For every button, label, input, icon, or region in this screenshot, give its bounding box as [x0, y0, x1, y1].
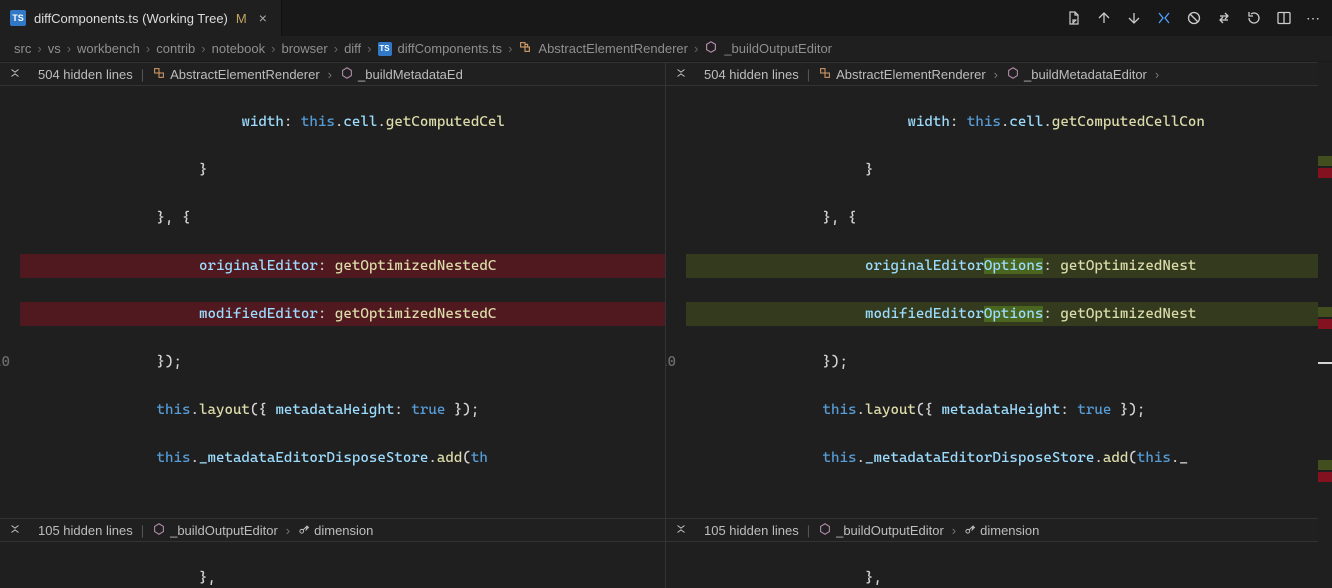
breadcrumb-item[interactable]: browser	[281, 41, 327, 56]
diff-original-pane[interactable]: 504 hidden lines | AbstractElementRender…	[0, 62, 666, 588]
code-block: width: this.cell.getComputedCel } }, { o…	[80, 86, 665, 518]
whitespace-diff-icon[interactable]	[1186, 10, 1202, 26]
tab-close-button[interactable]: ×	[255, 8, 271, 28]
property-icon	[964, 523, 976, 538]
diff-editor: 504 hidden lines | AbstractElementRender…	[0, 62, 1332, 588]
prev-change-icon[interactable]	[1096, 10, 1112, 26]
folded-region[interactable]: 105 hidden lines | _buildOutputEditor › …	[666, 518, 1332, 542]
breadcrumb-item[interactable]: src	[14, 41, 31, 56]
hidden-lines-label: 504 hidden lines	[704, 67, 799, 82]
tab-filename: diffComponents.ts (Working Tree)	[34, 11, 228, 26]
revert-icon[interactable]	[1246, 10, 1262, 26]
breadcrumb-item[interactable]: diff	[344, 41, 361, 56]
line-number: 510	[666, 350, 676, 374]
go-to-file-icon[interactable]	[1066, 10, 1082, 26]
breadcrumb-item[interactable]: AbstractElementRenderer	[538, 41, 688, 56]
method-icon	[340, 66, 354, 83]
unfold-icon[interactable]	[0, 66, 30, 83]
more-actions-icon[interactable]: ⋯	[1306, 10, 1322, 26]
code-block: }, accessibilityVerbose: this.configur 6…	[746, 542, 1332, 588]
code-block: }, accessibilityVerbose: this.conf 620 }…	[80, 542, 665, 588]
class-icon	[518, 40, 532, 57]
folded-region[interactable]: 105 hidden lines | _buildOutputEditor › …	[0, 518, 665, 542]
breadcrumb-item[interactable]: workbench	[77, 41, 140, 56]
hidden-lines-label: 105 hidden lines	[38, 523, 133, 538]
tab-modified-badge: M	[236, 11, 247, 26]
breadcrumb-item[interactable]: diffComponents.ts	[398, 41, 503, 56]
method-icon	[1006, 66, 1020, 83]
code-block: width: this.cell.getComputedCellCon } },…	[746, 86, 1332, 518]
unfold-icon[interactable]	[666, 66, 696, 83]
folded-region[interactable]: 504 hidden lines | AbstractElementRender…	[0, 62, 665, 86]
swap-sides-icon[interactable]	[1216, 10, 1232, 26]
breadcrumb-item[interactable]: notebook	[212, 41, 266, 56]
diff-modified-pane[interactable]: 504 hidden lines | AbstractElementRender…	[666, 62, 1332, 588]
property-icon	[298, 523, 310, 538]
breadcrumb-item[interactable]: _buildOutputEditor	[724, 41, 832, 56]
breadcrumb-item[interactable]: contrib	[156, 41, 195, 56]
unfold-icon[interactable]	[666, 522, 696, 539]
hidden-lines-label: 504 hidden lines	[38, 67, 133, 82]
editor-tab[interactable]: TS diffComponents.ts (Working Tree) M ×	[0, 0, 282, 36]
method-icon	[152, 522, 166, 539]
ts-file-icon: TS	[10, 10, 26, 26]
editor-tab-bar: TS diffComponents.ts (Working Tree) M ×	[0, 0, 1332, 36]
method-icon	[818, 522, 832, 539]
breadcrumb-item[interactable]: vs	[48, 41, 61, 56]
ts-file-icon: TS	[378, 42, 392, 56]
class-icon	[152, 66, 166, 83]
hidden-lines-label: 105 hidden lines	[704, 523, 799, 538]
editor-title-actions: ⋯	[1056, 10, 1332, 26]
line-number: 510	[0, 350, 10, 374]
method-icon	[704, 40, 718, 57]
class-icon	[818, 66, 832, 83]
overview-ruler[interactable]	[1318, 62, 1332, 588]
next-change-icon[interactable]	[1126, 10, 1142, 26]
breadcrumbs-bar[interactable]: src› vs› workbench› contrib› notebook› b…	[0, 36, 1332, 62]
folded-region[interactable]: 504 hidden lines | AbstractElementRender…	[666, 62, 1332, 86]
inline-diff-toggle-icon[interactable]	[1156, 10, 1172, 26]
split-editor-icon[interactable]	[1276, 10, 1292, 26]
unfold-icon[interactable]	[0, 522, 30, 539]
